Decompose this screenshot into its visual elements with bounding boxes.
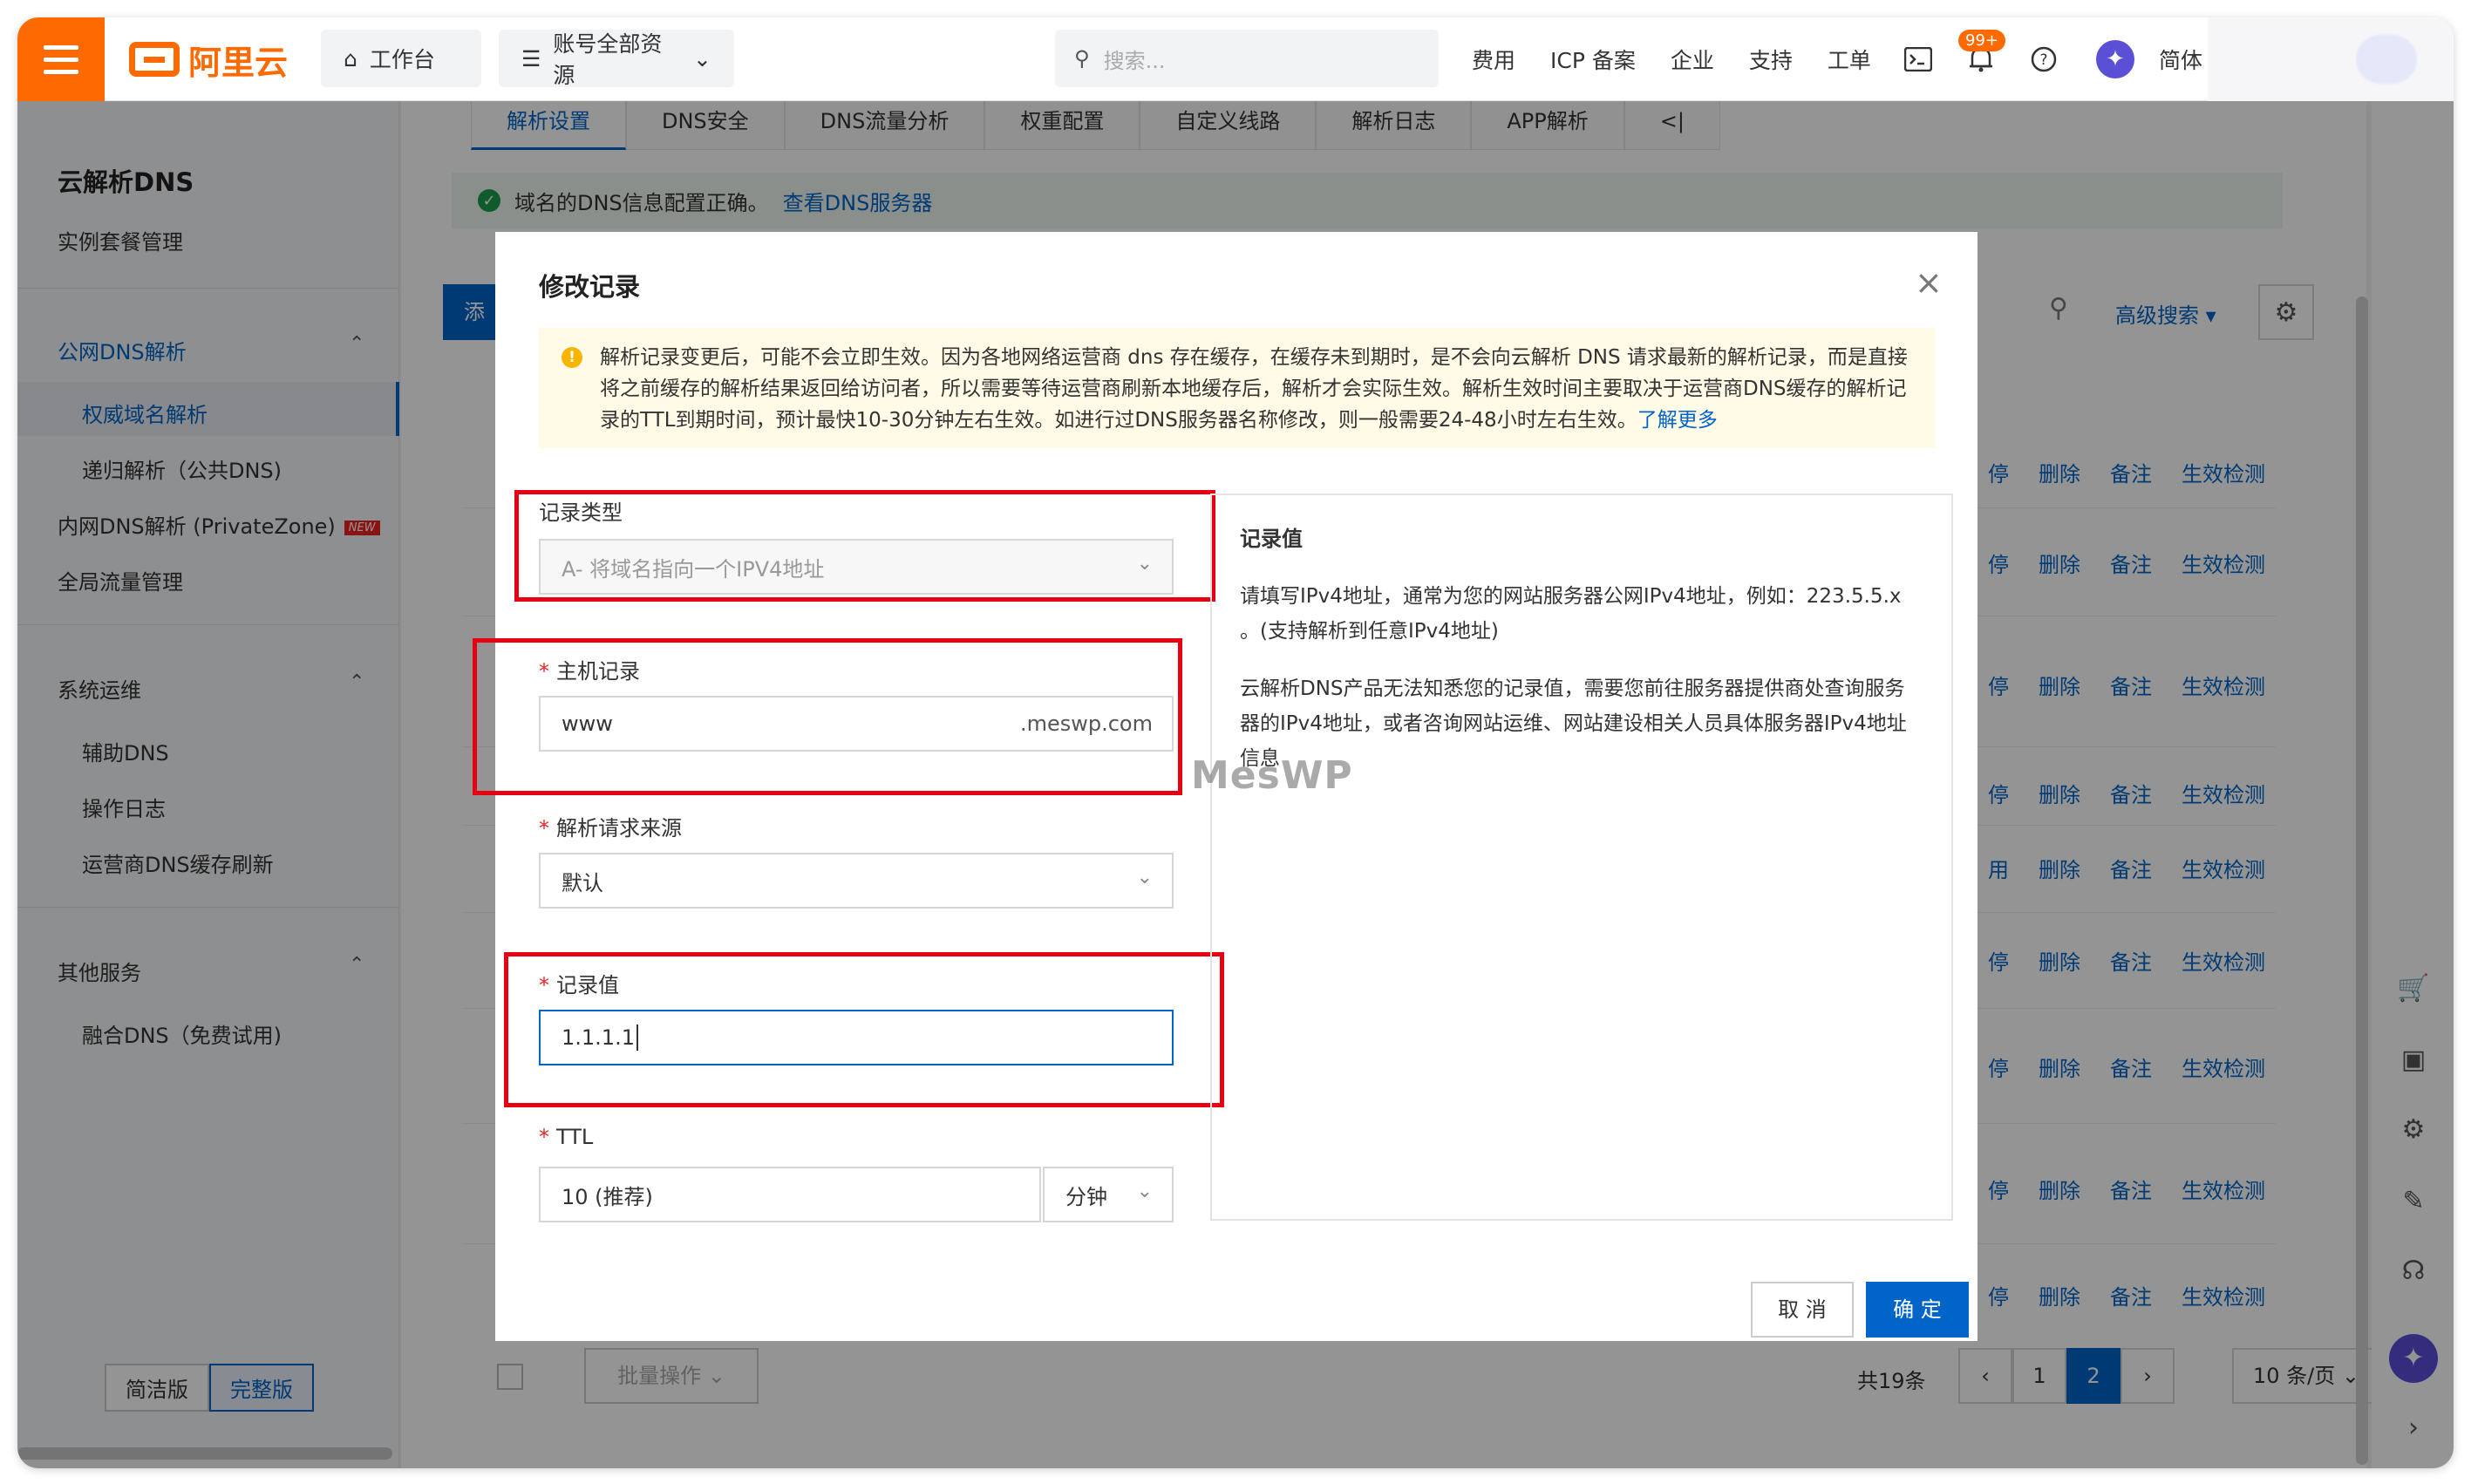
chevron-down-icon: ⌄ [1136,1181,1153,1202]
edit-record-dialog: 修改记录 × ! 解析记录变更后，可能不会立即生效。因为各地网络运营商 dns … [473,232,1977,1341]
ttl-unit-select[interactable]: 分钟 ⌄ [1043,1167,1174,1222]
source-value: 默认 [562,870,603,895]
watermark-text: MesWP [1191,753,1353,798]
browser-window: 阿里云 ⌂ 工作台 ☰ 账号全部资源 ⌄ ⚲ 搜索... 费用 ICP 备案 企… [17,17,2454,1468]
highlight-record-type [514,490,1215,602]
link-support[interactable]: 支持 [1749,44,1793,75]
ttl-label-text: TTL [556,1125,594,1149]
ttl-label: * TTL [539,1125,594,1149]
highlight-host-record [473,638,1182,795]
blurred-account-area [2208,17,2454,112]
chevron-down-icon: ⌄ [693,45,711,71]
link-ticket[interactable]: 工单 [1828,44,1871,75]
logo-mark-icon [129,42,180,77]
close-icon[interactable]: × [1915,263,1943,302]
workbench-label: 工作台 [369,47,435,72]
learn-more-link[interactable]: 了解更多 [1637,409,1718,432]
terminal-icon[interactable] [1901,42,1936,77]
language-switch[interactable]: 简体 [2159,44,2202,75]
cancel-button[interactable]: 取 消 [1751,1282,1854,1338]
link-icp[interactable]: ICP 备案 [1550,44,1636,75]
resource-label: 账号全部资源 [553,31,663,88]
warning-icon: ! [562,347,582,368]
svg-text:?: ? [2039,51,2047,69]
workbench-button[interactable]: ⌂ 工作台 [321,30,481,87]
link-billing[interactable]: 费用 [1472,44,1515,75]
help-paragraph-1: 请填写IPv4地址，通常为您的网站服务器公网IPv4地址，例如：223.5.5.… [1240,585,1902,643]
search-icon: ⚲ [1074,46,1090,71]
help-title: 记录值 [1240,527,1303,551]
aliyun-logo[interactable]: 阿里云 [129,38,288,82]
chevron-down-icon: ⌄ [1136,867,1153,888]
search-input[interactable]: ⚲ 搜索... [1055,30,1439,87]
dialog-title: 修改记录 [539,272,641,302]
ttl-input[interactable]: 10 (推荐) [539,1167,1041,1222]
avatar[interactable]: ✦ [2096,40,2134,78]
help-icon[interactable]: ? [2026,42,2061,77]
search-placeholder: 搜索... [1103,48,1166,73]
propagation-warning: ! 解析记录变更后，可能不会立即生效。因为各地网络运营商 dns 存在缓存，在缓… [539,328,1936,448]
source-label: * 解析请求来源 [539,816,682,841]
logo-text: 阿里云 [188,43,289,82]
home-icon: ⌂ [344,45,357,71]
ttl-value: 10 (推荐) [562,1184,653,1209]
record-value-help: 记录值 请填写IPv4地址，通常为您的网站服务器公网IPv4地址，例如：223.… [1210,494,1953,1221]
highlight-record-value [504,952,1224,1107]
menu-icon[interactable] [17,17,105,101]
top-bar: 阿里云 ⌂ 工作台 ☰ 账号全部资源 ⌄ ⚲ 搜索... 费用 ICP 备案 企… [17,17,2454,112]
notification-badge: 99+ [1958,30,2005,51]
source-select[interactable]: 默认 ⌄ [539,853,1174,909]
ttl-unit-value: 分钟 [1065,1184,1107,1209]
resource-selector[interactable]: ☰ 账号全部资源 ⌄ [499,30,734,88]
source-label-text: 解析请求来源 [556,816,682,841]
top-links: 费用 ICP 备案 企业 支持 工单 [1472,17,1871,101]
link-enterprise[interactable]: 企业 [1671,44,1714,75]
list-icon: ☰ [521,45,541,71]
confirm-button[interactable]: 确 定 [1866,1282,1969,1338]
